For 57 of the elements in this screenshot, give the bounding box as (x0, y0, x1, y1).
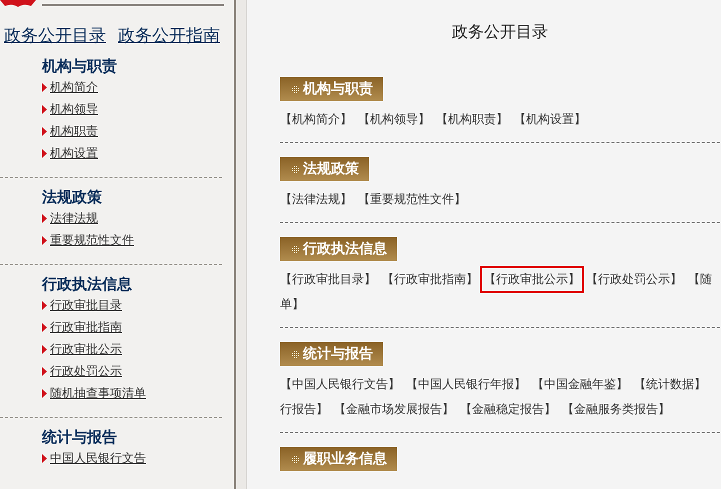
nav-link[interactable]: 政务公开目录 (4, 24, 106, 47)
section-title: 行政执法信息 (303, 240, 387, 258)
sidebar-link[interactable]: 机构设置 (50, 144, 98, 162)
sidebar-link[interactable]: 中国人民银行文告 (50, 450, 146, 466)
bullet-icon (42, 344, 47, 354)
sidebar-link[interactable]: 机构简介 (50, 78, 98, 96)
group-heading: 机构与职责 (42, 56, 118, 76)
section-title: 履职业务信息 (303, 450, 387, 468)
sidebar-link[interactable]: 法律法规 (50, 210, 98, 226)
catalog-link[interactable]: 【行政审批公示】 (480, 266, 584, 293)
bullet-icon (42, 300, 47, 310)
catalog-link[interactable]: 【法律法规】 (276, 186, 356, 213)
group-heading: 统计与报告 (42, 427, 118, 447)
emblem-icon (0, 0, 36, 7)
sidebar-link[interactable]: 重要规范性文件 (50, 232, 134, 248)
catalog-link[interactable]: 【机构领导】 (354, 106, 434, 133)
sidebar-link[interactable]: 机构职责 (50, 122, 98, 140)
group-heading: 法规政策 (42, 187, 103, 207)
bullet-icon (42, 214, 47, 222)
catalog-link[interactable]: 【行政审批目录】 (276, 266, 380, 293)
catalog-link[interactable]: 【金融市场发展报告】 (330, 396, 458, 423)
catalog-link[interactable]: 【行政处罚公示】 (582, 266, 686, 293)
catalog-link[interactable]: 单】 (276, 291, 308, 318)
sidebar-link[interactable]: 行政审批公示 (50, 340, 122, 358)
nav-link[interactable]: 政务公开指南 (118, 24, 220, 47)
catalog-link[interactable]: 【机构设置】 (510, 106, 590, 133)
page-title: 政务公开目录 (451, 21, 549, 43)
bullet-icon (42, 126, 47, 136)
bullet-icon (42, 322, 47, 332)
bullet-icon (42, 104, 47, 114)
section-title: 统计与报告 (303, 345, 373, 363)
catalog-link[interactable]: 【中国人民银行文告】 (276, 371, 404, 398)
catalog-link[interactable]: 【机构职责】 (432, 106, 512, 133)
catalog-link[interactable]: 【统计数据】 (630, 371, 710, 398)
catalog-link[interactable]: 【行政审批指南】 (378, 266, 482, 293)
bullet-icon (42, 82, 47, 92)
bullet-icon (42, 454, 47, 462)
group-heading: 行政执法信息 (42, 274, 133, 294)
catalog-link[interactable]: 【中国人民银行年报】 (402, 371, 530, 398)
sidebar-link[interactable]: 行政处罚公示 (50, 362, 122, 380)
sidebar-link[interactable]: 随机抽查事项清单 (50, 384, 146, 402)
catalog-link[interactable]: 【金融稳定报告】 (456, 396, 560, 423)
section-title: 机构与职责 (303, 80, 373, 98)
catalog-link[interactable]: 行报告】 (276, 396, 332, 423)
catalog-link[interactable]: 【重要规范性文件】 (354, 186, 470, 213)
section-title: 法规政策 (303, 160, 359, 178)
catalog-link[interactable]: 【金融服务类报告】 (558, 396, 674, 423)
catalog-link[interactable]: 【随 (684, 266, 716, 293)
bullet-icon (42, 148, 47, 158)
bullet-icon (42, 366, 47, 376)
catalog-link[interactable]: 【中国金融年鉴】 (528, 371, 632, 398)
bullet-icon (42, 236, 47, 244)
catalog-link[interactable]: 【机构简介】 (276, 106, 356, 133)
sidebar-link[interactable]: 机构领导 (50, 100, 98, 118)
sidebar-link[interactable]: 行政审批指南 (50, 318, 122, 336)
bullet-icon (42, 388, 47, 398)
sidebar-link[interactable]: 行政审批目录 (50, 296, 122, 314)
